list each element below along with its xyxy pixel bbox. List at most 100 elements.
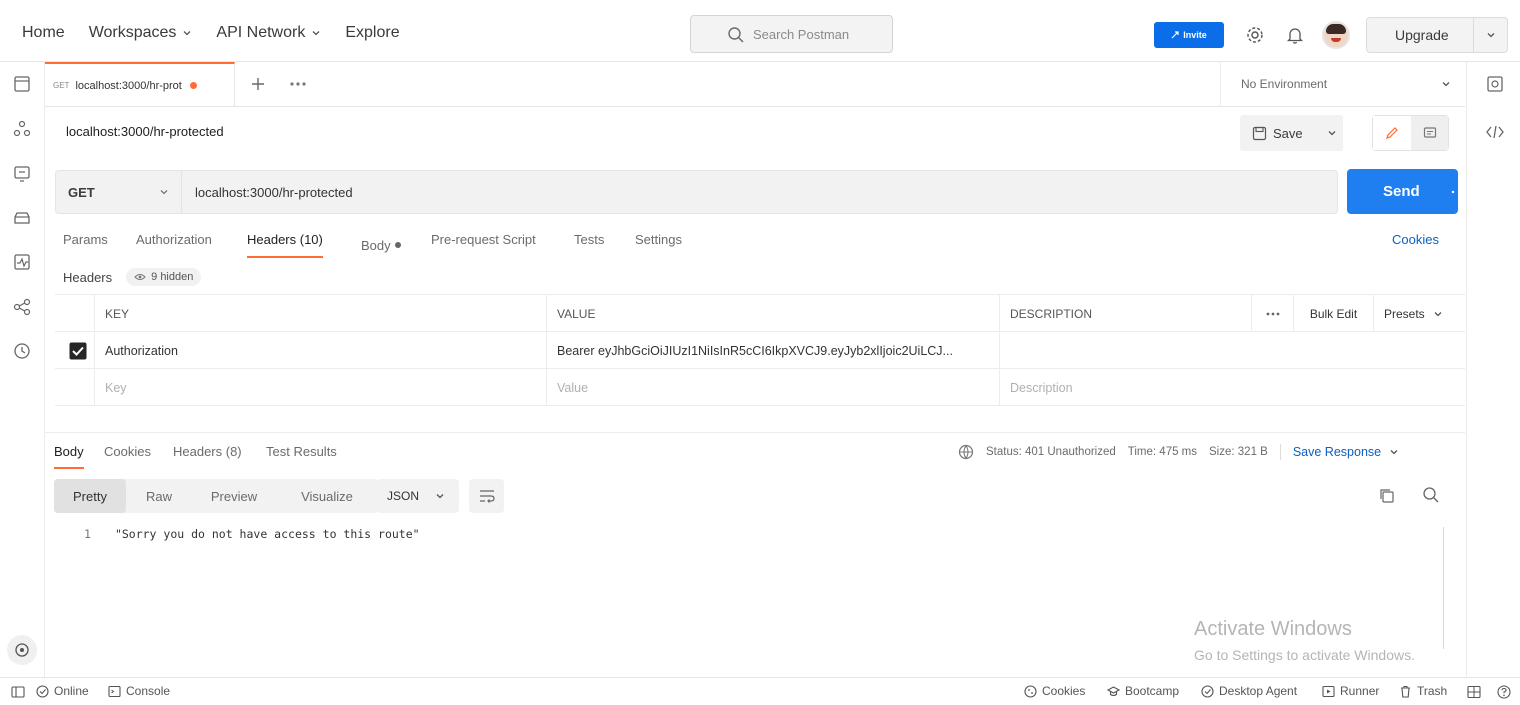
- collections-icon[interactable]: [12, 74, 32, 94]
- response-status[interactable]: Status: 401 Unauthorized: [986, 446, 1116, 458]
- chevron-down-icon: [1487, 33, 1495, 38]
- tab-authorization[interactable]: Authorization: [136, 232, 212, 258]
- headers-label: Headers: [63, 269, 113, 285]
- nav-api-network[interactable]: API Network: [216, 24, 321, 42]
- wrap-lines-icon: [479, 490, 495, 503]
- flows-icon[interactable]: [12, 297, 32, 317]
- documentation-mode-button[interactable]: [1411, 116, 1448, 150]
- response-time[interactable]: Time: 475 ms: [1128, 446, 1197, 458]
- chevron-down-icon[interactable]: [1327, 128, 1337, 138]
- windows-activation-watermark-title: Activate Windows: [1194, 618, 1352, 640]
- description-column-header: DESCRIPTION: [1000, 295, 1252, 332]
- environment-select[interactable]: No Environment: [1220, 62, 1465, 107]
- eye-icon: [134, 274, 146, 280]
- format-raw[interactable]: Raw: [126, 479, 192, 513]
- new-key-input[interactable]: Key: [95, 369, 547, 406]
- nav-home[interactable]: Home: [22, 24, 65, 42]
- response-format-bar: Pretty Raw Preview Visualize: [54, 479, 378, 513]
- tab-tests[interactable]: Tests: [574, 232, 604, 258]
- trash-icon: [1401, 685, 1410, 698]
- more-tabs-icon[interactable]: [289, 78, 307, 90]
- tab-body[interactable]: Body: [361, 232, 401, 258]
- send-button[interactable]: Send: [1347, 169, 1458, 214]
- format-pretty[interactable]: Pretty: [54, 479, 126, 513]
- new-description-input[interactable]: Description: [1000, 369, 1465, 406]
- runner-button[interactable]: Runner: [1322, 684, 1379, 698]
- console-button[interactable]: Console: [108, 684, 170, 698]
- upgrade-dropdown[interactable]: [1473, 18, 1508, 52]
- two-pane-view-icon[interactable]: [1467, 685, 1481, 699]
- mock-servers-icon[interactable]: [12, 208, 32, 228]
- trash-button[interactable]: Trash: [1399, 684, 1447, 698]
- response-language-select[interactable]: JSON: [377, 479, 459, 513]
- response-tab-test-results[interactable]: Test Results: [266, 444, 337, 459]
- checkbox-column-header: [55, 295, 95, 332]
- online-status[interactable]: Online: [36, 684, 89, 698]
- format-visualize[interactable]: Visualize: [276, 479, 378, 513]
- tab-pre-request-script[interactable]: Pre-request Script: [431, 232, 536, 258]
- cookies-link[interactable]: Cookies: [1392, 232, 1439, 247]
- desktop-agent-button[interactable]: Desktop Agent: [1201, 684, 1297, 698]
- presets-dropdown[interactable]: Presets: [1374, 295, 1465, 332]
- chevron-down-icon: [312, 31, 320, 36]
- invite-button[interactable]: Invite: [1154, 22, 1224, 48]
- tab-settings[interactable]: Settings: [635, 232, 682, 258]
- hidden-headers-toggle[interactable]: 9 hidden: [126, 268, 202, 286]
- toggle-sidebar-icon[interactable]: [11, 685, 25, 699]
- search-input[interactable]: Search Postman: [690, 15, 893, 53]
- body-indicator-dot-icon: [394, 242, 401, 248]
- environments-icon[interactable]: [12, 163, 32, 183]
- chevron-down-icon: [183, 31, 191, 36]
- new-value-input[interactable]: Value: [547, 369, 1000, 406]
- monitors-icon[interactable]: [12, 252, 32, 272]
- header-description-cell[interactable]: [1000, 332, 1465, 369]
- globe-icon[interactable]: [958, 444, 974, 460]
- save-button[interactable]: Save: [1240, 115, 1343, 151]
- http-method-select[interactable]: GET: [55, 170, 182, 214]
- response-divider[interactable]: [45, 432, 1465, 433]
- edit-mode-button[interactable]: [1373, 116, 1411, 150]
- help-agent-icon[interactable]: [7, 635, 37, 665]
- response-tab-headers[interactable]: Headers (8): [173, 444, 242, 459]
- history-icon[interactable]: [12, 341, 32, 361]
- wrap-lines-button[interactable]: [469, 479, 504, 513]
- copy-icon[interactable]: [1378, 487, 1396, 505]
- header-key-cell[interactable]: Authorization: [95, 332, 547, 369]
- upgrade-button[interactable]: Upgrade: [1366, 17, 1508, 53]
- tab-params[interactable]: Params: [63, 232, 108, 258]
- response-scrollbar[interactable]: [1443, 527, 1444, 649]
- response-tab-body[interactable]: Body: [54, 444, 84, 469]
- code-snippet-icon[interactable]: [1485, 124, 1505, 140]
- settings-gear-icon[interactable]: [1245, 25, 1265, 45]
- request-title[interactable]: localhost:3000/hr-protected: [66, 124, 224, 139]
- response-body-text[interactable]: "Sorry you do not have access to this ro…: [115, 527, 420, 541]
- save-response-button[interactable]: Save Response: [1293, 445, 1399, 459]
- cookies-button[interactable]: Cookies: [1024, 684, 1085, 698]
- bulk-edit-button[interactable]: Bulk Edit: [1294, 295, 1374, 332]
- notification-bell-icon[interactable]: [1285, 25, 1305, 45]
- send-options-chevron-icon[interactable]: [1450, 189, 1456, 195]
- help-icon[interactable]: [1497, 685, 1511, 699]
- header-value-cell[interactable]: Bearer eyJhbGciOiJIUzI1NiIsInR5cCI6IkpXV…: [547, 332, 1000, 369]
- meta-divider: [1279, 444, 1281, 460]
- search-icon[interactable]: [1422, 486, 1440, 504]
- response-size[interactable]: Size: 321 B: [1209, 446, 1268, 458]
- save-icon: [1252, 126, 1267, 140]
- header-enabled-checkbox[interactable]: [55, 332, 95, 369]
- more-options-icon[interactable]: [1252, 295, 1294, 332]
- user-avatar[interactable]: [1322, 21, 1350, 49]
- tab-title: localhost:3000/hr-prot: [75, 79, 182, 92]
- request-tab-active[interactable]: GET localhost:3000/hr-prot: [45, 62, 235, 107]
- chevron-down-icon: [436, 494, 444, 499]
- nav-explore[interactable]: Explore: [345, 24, 399, 42]
- chevron-down-icon: [160, 190, 168, 195]
- bootcamp-button[interactable]: Bootcamp: [1107, 684, 1179, 698]
- nav-workspaces[interactable]: Workspaces: [89, 24, 193, 42]
- response-tab-cookies[interactable]: Cookies: [104, 444, 151, 459]
- environment-quick-look-icon[interactable]: [1486, 75, 1504, 93]
- format-preview[interactable]: Preview: [192, 479, 276, 513]
- new-tab-plus-icon[interactable]: [250, 76, 266, 92]
- url-input[interactable]: localhost:3000/hr-protected: [182, 170, 1338, 214]
- tab-headers[interactable]: Headers (10): [247, 232, 323, 258]
- apis-icon[interactable]: [12, 119, 32, 139]
